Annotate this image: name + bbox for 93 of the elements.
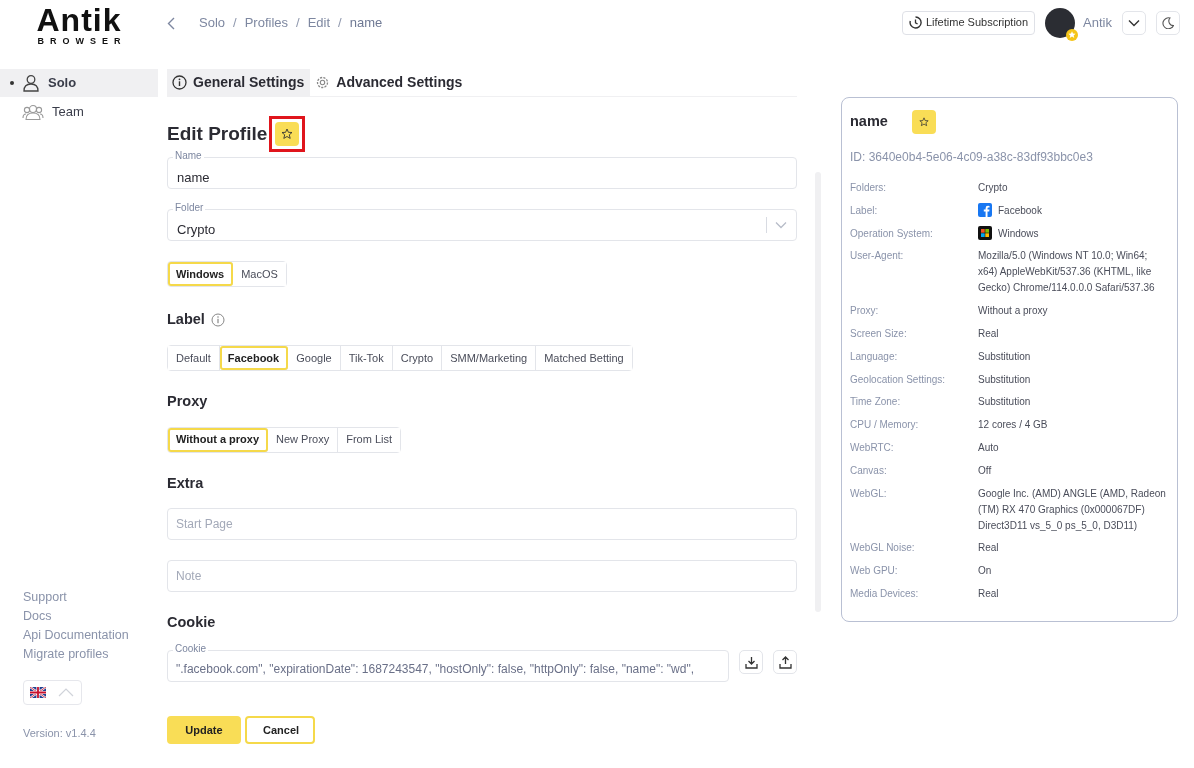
detail-value: Real [978, 541, 999, 556]
detail-label: WebGL Noise: [850, 541, 916, 556]
detail-label: Canvas: [850, 463, 888, 478]
detail-label: User-Agent: [850, 249, 905, 264]
segment-option[interactable]: Without a proxy [168, 427, 268, 452]
detail-value: 12 cores / 4 GB [978, 418, 1048, 433]
moon-icon [1162, 16, 1174, 29]
star-icon [281, 128, 294, 140]
download-button[interactable] [739, 650, 763, 674]
field-label: Folder [173, 202, 206, 214]
profile-id: ID: 3640e0b4-5e06-4c09-a38c-83df93bbc0e3 [850, 149, 1094, 166]
chevron-down-icon [1128, 18, 1140, 27]
detail-value: Substitution [978, 372, 1031, 387]
breadcrumb-link[interactable]: Profiles [244, 12, 288, 33]
detail-value: Windows [998, 226, 1039, 241]
detail-value: Off [978, 463, 992, 478]
chevron-up-icon [58, 687, 74, 697]
section-heading: Label [167, 310, 205, 329]
breadcrumb-separator: / [338, 13, 342, 32]
info-icon [172, 75, 187, 90]
uk-flag-icon [30, 686, 46, 698]
detail-value: Real [978, 586, 999, 601]
download-icon [744, 655, 758, 669]
detail-label: CPU / Memory: [850, 418, 920, 433]
start-page-field[interactable]: Start Page [167, 508, 797, 541]
windows-icon [978, 225, 992, 240]
segment-option[interactable]: Default [168, 345, 220, 370]
chevron-left-icon [167, 16, 175, 30]
star-badge-icon [1066, 28, 1079, 41]
cancel-button[interactable]: Cancel [245, 716, 315, 744]
detail-label: Web GPU: [850, 564, 899, 579]
person-icon [22, 74, 40, 92]
sidebar-item[interactable]: Team [0, 98, 158, 126]
logo-wordmark: Antik [36, 4, 122, 36]
favorite-button[interactable] [275, 122, 300, 146]
detail-value: Mozilla/5.0 (Windows NT 10.0; Win64; x64) AppleWebKit/537.36 (KHTML, like Gecko) Chrome/114.0.0.0 Safari/537.36 [978, 249, 1156, 296]
section-heading: Proxy [167, 391, 209, 411]
detail-label: Operation System: [850, 226, 934, 241]
detail-label: Time Zone: [850, 395, 902, 410]
field-label: Cookie [173, 643, 209, 655]
gear-icon [315, 75, 331, 90]
note-field[interactable]: Note [167, 560, 797, 593]
sidebar-item[interactable]: Solo [0, 69, 158, 97]
detail-label: Folders: [850, 181, 888, 195]
detail-label: Label: [850, 203, 879, 218]
segment-option[interactable]: Windows [168, 262, 234, 286]
detail-value: On [978, 564, 992, 579]
page-title: Edit Profile [167, 122, 268, 146]
tab[interactable]: General Settings [167, 69, 311, 96]
tab[interactable]: Advanced Settings [310, 69, 469, 96]
detail-label: WebGL: [850, 486, 888, 501]
breadcrumb-separator: / [233, 13, 237, 32]
facebook-icon [978, 202, 992, 217]
breadcrumb-current: name [349, 13, 383, 32]
detail-value: Auto [978, 440, 999, 455]
detail-label: Proxy: [850, 304, 880, 319]
subscription-button[interactable]: Lifetime Subscription [902, 10, 1036, 35]
profile-name: name [850, 112, 888, 132]
section-heading: Extra [167, 473, 205, 493]
detail-label: Geolocation Settings: [850, 372, 947, 387]
version-text: Version: v1.4.4 [22, 725, 97, 741]
detail-value: Google Inc. (AMD) ANGLE (AMD, Radeon (TM) RX 470 Graphics (0x000067DF) Direct3D11 vs_5_0 ps_5_0, D3D11) [978, 486, 1167, 533]
detail-label: Screen Size: [850, 327, 908, 341]
detail-value: Crypto [978, 181, 1008, 195]
detail-label: Media Devices: [850, 586, 920, 601]
breadcrumb-link[interactable]: Solo [199, 12, 226, 33]
detail-value: Real [978, 327, 999, 341]
breadcrumb-link[interactable]: Edit [307, 12, 331, 33]
field-label: Name [173, 150, 204, 162]
chevron-down-icon [775, 221, 787, 229]
info-icon [210, 312, 225, 327]
section-heading: Cookie [167, 613, 217, 633]
people-icon [22, 104, 44, 120]
detail-label: Language: [850, 349, 899, 364]
upload-button[interactable] [773, 650, 797, 674]
star-icon [918, 117, 929, 127]
theme-toggle-button[interactable] [1156, 10, 1180, 35]
dropdown-button[interactable] [1122, 10, 1146, 35]
detail-value: Facebook [998, 203, 1042, 218]
cookie-text: ".facebook.com", "expirationDate": 1687243547, "hostOnly": false, "httpOnly": false, "name": "wd", [175, 661, 695, 678]
update-button[interactable]: Update [167, 716, 241, 744]
segment-option[interactable]: Facebook [219, 345, 289, 370]
upload-icon [778, 655, 792, 669]
detail-value: Substitution [978, 349, 1031, 364]
detail-value: Without a proxy [978, 304, 1048, 319]
clock-icon [909, 16, 922, 29]
detail-label: WebRTC: [850, 440, 895, 455]
logo-subtitle: BROWSER [37, 36, 127, 46]
detail-value: Substitution [978, 395, 1031, 410]
user-name: Antik [1083, 13, 1112, 32]
avatar[interactable] [1045, 7, 1076, 38]
language-selector[interactable] [23, 679, 82, 705]
breadcrumb-separator: / [296, 13, 300, 32]
